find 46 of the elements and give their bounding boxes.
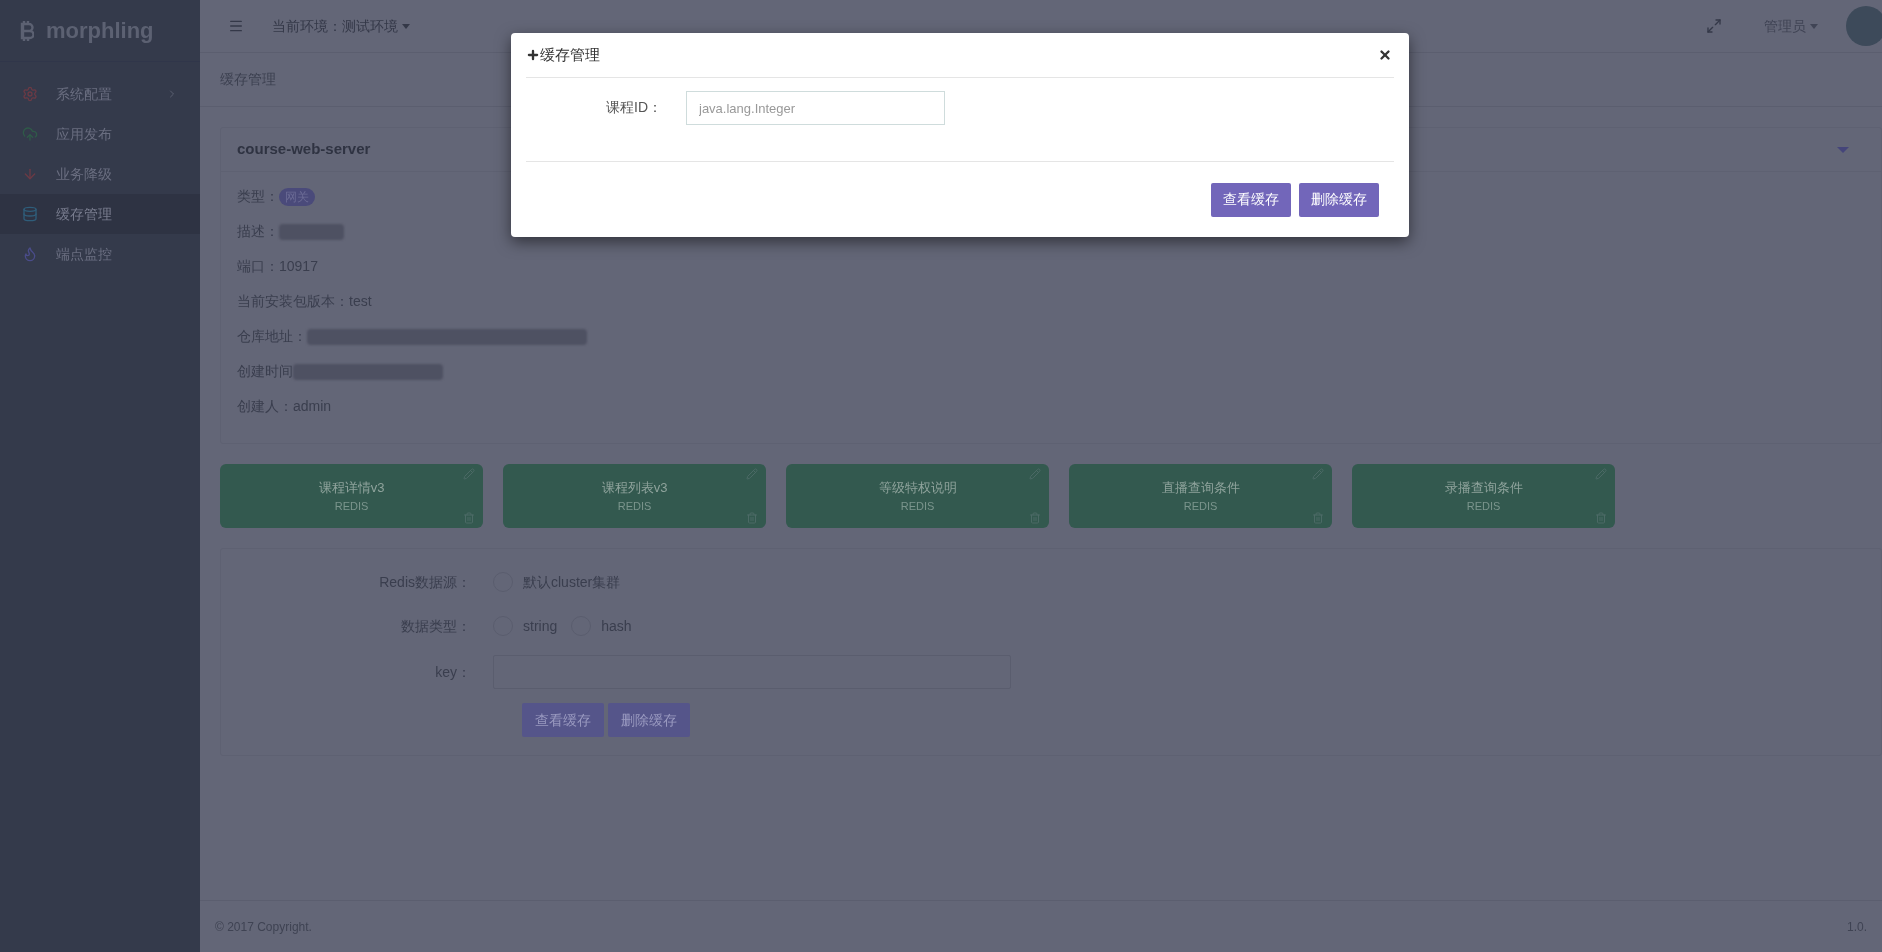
card-title: 直播查询条件 — [1161, 479, 1240, 497]
logo-icon — [20, 19, 34, 42]
edit-icon[interactable] — [1029, 468, 1041, 480]
menu-icon[interactable] — [228, 18, 244, 34]
trash-icon[interactable] — [1029, 512, 1041, 524]
trash-icon[interactable] — [1312, 512, 1324, 524]
cache-card[interactable]: 录播查询条件 REDIS — [1352, 464, 1615, 528]
database-icon — [22, 206, 38, 222]
edit-icon[interactable] — [1595, 468, 1607, 480]
close-icon[interactable] — [1378, 48, 1392, 62]
card-title: 录播查询条件 — [1444, 479, 1523, 497]
card-subtitle: REDIS — [334, 498, 369, 514]
modal-button[interactable]: 删除缓存 — [1299, 182, 1379, 217]
card-subtitle: REDIS — [900, 498, 935, 514]
trash-icon[interactable] — [463, 512, 475, 524]
caret-icon — [1810, 23, 1818, 29]
form-button[interactable]: 查看缓存 — [522, 703, 604, 737]
cache-card[interactable]: 课程详情v3 REDIS — [220, 464, 483, 528]
cache-card[interactable]: 等级特权说明 REDIS — [786, 464, 1049, 528]
card-title: 等级特权说明 — [878, 479, 957, 497]
collapse-caret-icon[interactable] — [1837, 146, 1849, 153]
cache-card[interactable]: 课程列表v3 REDIS — [503, 464, 766, 528]
sidebar-item[interactable]: 缓存管理 — [0, 194, 200, 234]
avatar[interactable] — [1846, 6, 1882, 46]
card-title: 课程详情v3 — [318, 479, 385, 497]
form-button[interactable]: 删除缓存 — [608, 703, 690, 737]
modal-button[interactable]: 查看缓存 — [1211, 182, 1291, 217]
edit-icon[interactable] — [746, 468, 758, 480]
card-subtitle: REDIS — [1183, 498, 1218, 514]
card-subtitle: REDIS — [617, 498, 652, 514]
caret-icon — [402, 23, 410, 29]
card-title: 课程列表v3 — [601, 479, 668, 497]
cloud-upload-icon — [22, 126, 38, 142]
flame-icon — [22, 246, 38, 262]
plus-icon — [526, 48, 540, 62]
course-id-input-field[interactable]: java.lang.Integer — [686, 91, 945, 125]
cache-card[interactable]: 直播查询条件 REDIS — [1069, 464, 1332, 528]
field-label: 课程ID： — [605, 98, 663, 117]
edit-icon[interactable] — [463, 468, 475, 480]
edit-icon[interactable] — [1312, 468, 1324, 480]
gear-icon — [22, 86, 38, 102]
modal-title: 缓存管理 — [540, 44, 601, 65]
trash-icon[interactable] — [746, 512, 758, 524]
card-subtitle: REDIS — [1466, 498, 1501, 514]
trash-icon[interactable] — [1595, 512, 1607, 524]
fullscreen-icon[interactable] — [1706, 18, 1722, 34]
